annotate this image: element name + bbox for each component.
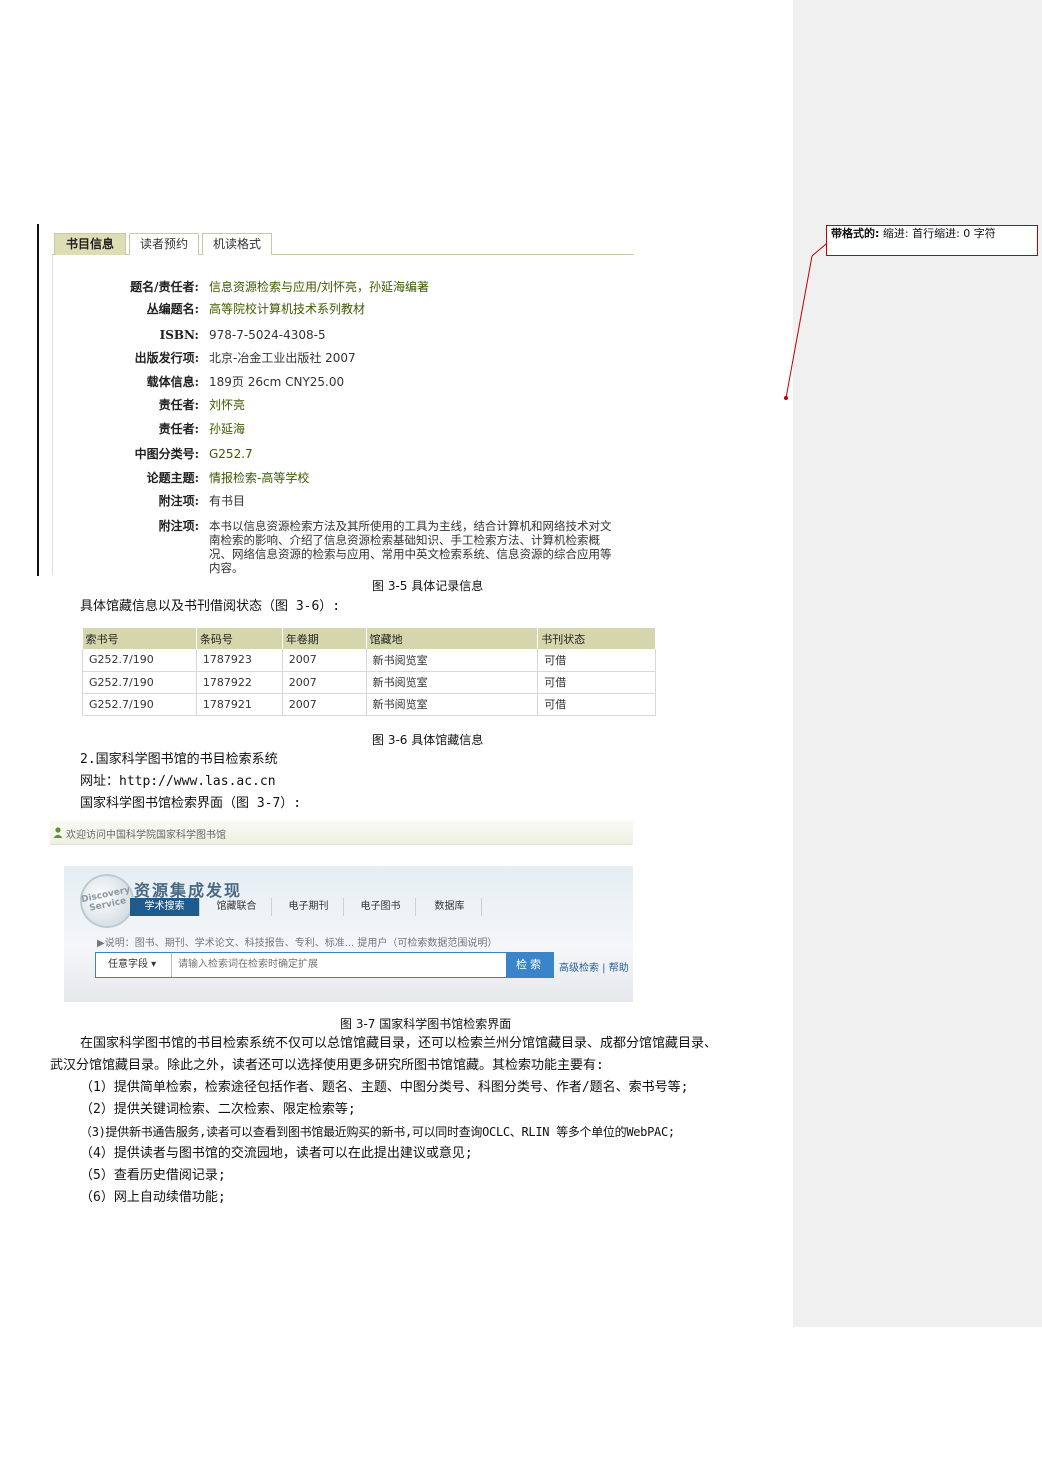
tab-bibliographic[interactable]: 书目信息 <box>54 233 126 255</box>
las-welcome-bar: 欢迎访问中国科学院国家科学图书馆 <box>50 821 633 845</box>
record-value: 978-7-5024-4308-5 <box>209 328 326 342</box>
table-cell: 1787923 <box>196 649 283 672</box>
record-value[interactable]: 刘怀亮 <box>209 398 634 412</box>
welcome-text: 欢迎访问中国科学院国家科学图书馆 <box>66 830 226 841</box>
table-cell: 可借 <box>537 693 656 716</box>
record-value: 有书目 <box>209 494 246 508</box>
search-bar: 任意字段 ▾ <box>95 952 553 978</box>
search-hint: ▶说明：图书、期刊、学术论文、科技报告、专利、标准... 提用户（可检索数据范围… <box>97 938 498 949</box>
record-label: 附注项: <box>158 519 199 533</box>
format-comment[interactable]: 带格式的: 缩进: 首行缩进: 0 字符 <box>826 225 1038 256</box>
table-cell: 2007 <box>282 671 367 694</box>
note-line: 内容。 <box>209 561 244 575</box>
note-line: 况、网络信息资源的检索与应用、常用中英文检索系统、信息资源的综合应用等 <box>209 547 612 561</box>
record-label: 论题主题: <box>146 471 199 485</box>
note-line: 南检索的影响、介绍了信息资源检索基础知识、手工检索方法、计算机检索概 <box>209 533 600 547</box>
tab-ebooks[interactable]: 电子图书 <box>346 898 416 916</box>
tab-academic-search[interactable]: 学术搜索 <box>130 898 200 916</box>
advanced-search-links[interactable]: 高级检索 | 帮助 <box>559 959 629 974</box>
column-header: 书刊状态 <box>537 628 656 649</box>
table-row: G252.7/190 1787923 2007 新书阅览室 可借 <box>82 649 656 672</box>
tab-reservation[interactable]: 读者预约 <box>129 233 199 255</box>
figure-caption: 图 3-6 具体馆藏信息 <box>372 733 484 747</box>
paragraph: 国家科学图书馆检索界面（图 3-7）: <box>80 796 302 811</box>
list-item: （1）提供简单检索，检索途径包括作者、题名、主题、中图分类号、科图分类号、作者/… <box>80 1080 689 1095</box>
table-row: G252.7/190 1787922 2007 新书阅览室 可借 <box>82 671 656 694</box>
table-cell: 可借 <box>537 671 656 694</box>
table-cell: G252.7/190 <box>82 671 197 694</box>
list-item: （3)提供新书通告服务,读者可以查看到图书馆最近购买的新书,可以同时查询OCLC… <box>80 1125 675 1139</box>
table-row: G252.7/190 1787921 2007 新书阅览室 可借 <box>82 693 656 716</box>
comment-pane <box>793 0 1042 1327</box>
paragraph: 具体馆藏信息以及书刊借阅状态（图 3-6）: <box>80 599 341 614</box>
table-cell: G252.7/190 <box>82 649 197 672</box>
list-item: （2）提供关键词检索、二次检索、限定检索等; <box>80 1102 356 1117</box>
holdings-table: 索书号 条码号 年卷期 馆藏地 书刊状态 G252.7/190 1787923 … <box>82 628 656 716</box>
record-note: 本书以信息资源检索方法及其所使用的工具为主线，结合计算机和网络技术对文 南检索的… <box>209 519 634 575</box>
record-figure: 书目信息 读者预约 机读格式 题名/责任者: 信息资源检索与应用/刘怀亮，孙延海… <box>52 230 634 575</box>
change-bar <box>37 224 39 576</box>
tab-marc[interactable]: 机读格式 <box>202 233 272 255</box>
tab-union-catalog[interactable]: 馆藏联合 <box>202 898 272 916</box>
table-cell: 1787921 <box>196 693 283 716</box>
record-value: 北京-冶金工业出版社 2007 <box>209 351 356 365</box>
list-item: （6）网上自动续借功能; <box>80 1190 226 1205</box>
table-cell: G252.7/190 <box>82 693 197 716</box>
column-header: 年卷期 <box>282 628 367 649</box>
record-label: 载体信息: <box>146 375 199 389</box>
record-value[interactable]: 孙延海 <box>209 422 634 436</box>
table-cell: 新书阅览室 <box>366 693 539 716</box>
table-cell: 1787922 <box>196 671 283 694</box>
table-cell: 2007 <box>282 693 367 716</box>
paragraph: 在国家科学图书馆的书目检索系统不仅可以总馆馆藏目录，还可以检索兰州分馆馆藏目录、… <box>80 1036 718 1051</box>
record-label: 责任者: <box>158 422 199 436</box>
record-body: 题名/责任者: 信息资源检索与应用/刘怀亮，孙延海编著 丛编题名: 高等院校计算… <box>52 255 634 575</box>
list-item: （5）查看历史借阅记录; <box>80 1168 226 1183</box>
record-label: 中图分类号: <box>134 447 199 461</box>
column-header: 馆藏地 <box>366 628 539 649</box>
record-tabs: 书目信息 读者预约 机读格式 <box>52 230 634 255</box>
record-value[interactable]: 高等院校计算机技术系列教材 <box>209 302 634 316</box>
table-header-row: 索书号 条码号 年卷期 馆藏地 书刊状态 <box>82 628 656 649</box>
note-line: 本书以信息资源检索方法及其所使用的工具为主线，结合计算机和网络技术对文 <box>209 519 612 533</box>
column-header: 条码号 <box>196 628 283 649</box>
field-select[interactable]: 任意字段 ▾ <box>96 953 172 977</box>
record-value: 189页 26cm CNY25.00 <box>209 375 345 389</box>
record-value[interactable]: 信息资源检索与应用/刘怀亮，孙延海编著 <box>209 280 634 294</box>
tab-databases[interactable]: 数据库 <box>418 898 482 916</box>
comment-text: 缩进: 首行缩进: 0 字符 <box>882 227 996 240</box>
record-label: 出版发行项: <box>134 351 199 365</box>
user-icon <box>53 827 63 838</box>
paragraph: 网址：http://www.las.ac.cn <box>80 774 276 789</box>
record-label: 附注项: <box>158 494 199 508</box>
table-cell: 新书阅览室 <box>366 649 539 672</box>
paragraph: 武汉分馆馆藏目录。除此之外，读者还可以选择使用更多研究所图书馆馆藏。其检索功能主… <box>50 1058 604 1073</box>
record-value[interactable]: G252.7 <box>209 447 634 461</box>
las-search-panel: Discovery Service 资源集成发现 学术搜索 馆藏联合 电子期刊 … <box>64 866 633 1002</box>
record-label: ISBN: <box>159 328 199 342</box>
tab-ejournals[interactable]: 电子期刊 <box>274 898 344 916</box>
section-title: 2.国家科学图书馆的书目检索系统 <box>80 752 278 767</box>
record-label: 丛编题名: <box>146 302 199 316</box>
record-label: 责任者: <box>158 398 199 412</box>
table-cell: 2007 <box>282 649 367 672</box>
list-item: （4）提供读者与图书馆的交流园地，读者可以在此提出建议或意见; <box>80 1146 473 1161</box>
figure-caption: 图 3-7 国家科学图书馆检索界面 <box>340 1017 512 1031</box>
record-label: 题名/责任者: <box>130 280 199 294</box>
table-cell: 新书阅览室 <box>366 671 539 694</box>
column-header: 索书号 <box>82 628 197 649</box>
search-button[interactable]: 检索 <box>506 952 554 978</box>
record-value[interactable]: 情报检索-高等学校 <box>209 471 634 485</box>
comment-label: 带格式的: <box>831 227 880 240</box>
figure-caption: 图 3-5 具体记录信息 <box>372 579 484 593</box>
search-input[interactable] <box>176 953 536 977</box>
table-cell: 可借 <box>537 649 656 672</box>
